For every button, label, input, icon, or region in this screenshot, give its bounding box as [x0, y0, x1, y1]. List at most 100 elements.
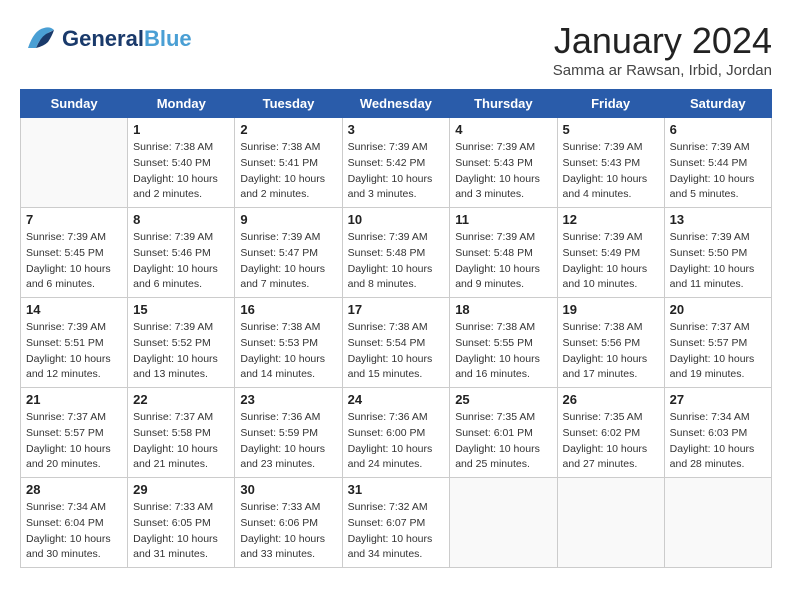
- day-number: 2: [240, 122, 336, 137]
- calendar-cell: 8 Sunrise: 7:39 AMSunset: 5:46 PMDaylight…: [128, 208, 235, 298]
- calendar-cell: 15Sunrise: 7:39 AMSunset: 5:52 PMDayligh…: [128, 298, 235, 388]
- logo-text: GeneralBlue: [62, 27, 192, 51]
- day-number: 30: [240, 482, 336, 497]
- day-info: Sunrise: 7:39 AMSunset: 5:50 PMDaylight:…: [670, 230, 766, 293]
- calendar-cell: 25Sunrise: 7:35 AMSunset: 6:01 PMDayligh…: [450, 388, 557, 478]
- page-header: GeneralBlue January 2024 Samma ar Rawsan…: [20, 20, 772, 79]
- calendar-day-header: Sunday: [21, 90, 128, 118]
- calendar-cell: 14 Sunrise: 7:39 AMSunset: 5:51 PMDayligh…: [21, 298, 128, 388]
- day-number: 20: [670, 302, 766, 317]
- day-number: 23: [240, 392, 336, 407]
- day-info: Sunrise: 7:39 AMSunset: 5:52 PMDaylight:…: [133, 320, 229, 383]
- day-info: Sunrise: 7:38 AMSunset: 5:41 PMDaylight:…: [240, 140, 336, 203]
- calendar-cell: 13Sunrise: 7:39 AMSunset: 5:50 PMDayligh…: [664, 208, 771, 298]
- calendar-cell: 26 Sunrise: 7:35 AMSunset: 6:02 PMDayligh…: [557, 388, 664, 478]
- day-number: 31: [348, 482, 445, 497]
- calendar-cell: [664, 478, 771, 568]
- day-number: 27: [670, 392, 766, 407]
- calendar-day-header: Friday: [557, 90, 664, 118]
- day-number: 18: [455, 302, 551, 317]
- calendar-cell: 6 Sunrise: 7:39 AMSunset: 5:44 PMDaylight…: [664, 118, 771, 208]
- calendar-day-header: Wednesday: [342, 90, 450, 118]
- day-info: Sunrise: 7:38 AMSunset: 5:55 PMDaylight:…: [455, 320, 551, 383]
- day-info: Sunrise: 7:38 AMSunset: 5:54 PMDaylight:…: [348, 320, 445, 383]
- calendar-day-header: Tuesday: [235, 90, 342, 118]
- day-info: Sunrise: 7:39 AMSunset: 5:42 PMDaylight:…: [348, 140, 445, 203]
- calendar-cell: 9 Sunrise: 7:39 AMSunset: 5:47 PMDaylight…: [235, 208, 342, 298]
- calendar-cell: 17 Sunrise: 7:38 AMSunset: 5:54 PMDayligh…: [342, 298, 450, 388]
- calendar-cell: 4 Sunrise: 7:39 AMSunset: 5:43 PMDaylight…: [450, 118, 557, 208]
- calendar-header-row: SundayMondayTuesdayWednesdayThursdayFrid…: [21, 90, 772, 118]
- day-info: Sunrise: 7:37 AMSunset: 5:58 PMDaylight:…: [133, 410, 229, 473]
- day-number: 8: [133, 212, 229, 227]
- calendar-cell: 20 Sunrise: 7:37 AMSunset: 5:57 PMDayligh…: [664, 298, 771, 388]
- day-info: Sunrise: 7:38 AMSunset: 5:53 PMDaylight:…: [240, 320, 336, 383]
- calendar-cell: 7 Sunrise: 7:39 AMSunset: 5:45 PMDaylight…: [21, 208, 128, 298]
- day-number: 17: [348, 302, 445, 317]
- day-info: Sunrise: 7:35 AMSunset: 6:02 PMDaylight:…: [563, 410, 659, 473]
- calendar-cell: 24 Sunrise: 7:36 AMSunset: 6:00 PMDayligh…: [342, 388, 450, 478]
- calendar-week-row: 1Sunrise: 7:38 AMSunset: 5:40 PMDaylight…: [21, 118, 772, 208]
- calendar-week-row: 21Sunrise: 7:37 AMSunset: 5:57 PMDayligh…: [21, 388, 772, 478]
- calendar-cell: 18 Sunrise: 7:38 AMSunset: 5:55 PMDayligh…: [450, 298, 557, 388]
- day-info: Sunrise: 7:36 AMSunset: 6:00 PMDaylight:…: [348, 410, 445, 473]
- day-info: Sunrise: 7:35 AMSunset: 6:01 PMDaylight:…: [455, 410, 551, 473]
- day-info: Sunrise: 7:37 AMSunset: 5:57 PMDaylight:…: [26, 410, 122, 473]
- day-number: 24: [348, 392, 445, 407]
- day-number: 10: [348, 212, 445, 227]
- calendar-day-header: Monday: [128, 90, 235, 118]
- logo-icon: [20, 20, 58, 58]
- calendar-day-header: Saturday: [664, 90, 771, 118]
- day-number: 26: [563, 392, 659, 407]
- day-number: 19: [563, 302, 659, 317]
- day-info: Sunrise: 7:39 AMSunset: 5:44 PMDaylight:…: [670, 140, 766, 203]
- calendar-cell: 31 Sunrise: 7:32 AMSunset: 6:07 PMDayligh…: [342, 478, 450, 568]
- day-number: 9: [240, 212, 336, 227]
- day-info: Sunrise: 7:39 AMSunset: 5:45 PMDaylight:…: [26, 230, 122, 293]
- day-number: 5: [563, 122, 659, 137]
- day-info: Sunrise: 7:36 AMSunset: 5:59 PMDaylight:…: [240, 410, 336, 473]
- day-info: Sunrise: 7:37 AMSunset: 5:57 PMDaylight:…: [670, 320, 766, 383]
- location: Samma ar Rawsan, Irbid, Jordan: [553, 62, 772, 79]
- day-info: Sunrise: 7:39 AMSunset: 5:48 PMDaylight:…: [348, 230, 445, 293]
- day-info: Sunrise: 7:32 AMSunset: 6:07 PMDaylight:…: [348, 500, 445, 563]
- calendar-cell: 16Sunrise: 7:38 AMSunset: 5:53 PMDayligh…: [235, 298, 342, 388]
- logo: GeneralBlue: [20, 20, 192, 58]
- calendar-week-row: 28Sunrise: 7:34 AMSunset: 6:04 PMDayligh…: [21, 478, 772, 568]
- day-info: Sunrise: 7:33 AMSunset: 6:05 PMDaylight:…: [133, 500, 229, 563]
- day-number: 3: [348, 122, 445, 137]
- calendar-cell: 27 Sunrise: 7:34 AMSunset: 6:03 PMDayligh…: [664, 388, 771, 478]
- calendar-week-row: 14 Sunrise: 7:39 AMSunset: 5:51 PMDayligh…: [21, 298, 772, 388]
- day-info: Sunrise: 7:39 AMSunset: 5:51 PMDaylight:…: [26, 320, 122, 383]
- day-number: 6: [670, 122, 766, 137]
- day-number: 14: [26, 302, 122, 317]
- day-number: 11: [455, 212, 551, 227]
- calendar-cell: 3 Sunrise: 7:39 AMSunset: 5:42 PMDaylight…: [342, 118, 450, 208]
- day-number: 7: [26, 212, 122, 227]
- month-title: January 2024: [553, 20, 772, 62]
- day-info: Sunrise: 7:39 AMSunset: 5:47 PMDaylight:…: [240, 230, 336, 293]
- calendar-cell: 30 Sunrise: 7:33 AMSunset: 6:06 PMDayligh…: [235, 478, 342, 568]
- day-info: Sunrise: 7:39 AMSunset: 5:46 PMDaylight:…: [133, 230, 229, 293]
- day-number: 12: [563, 212, 659, 227]
- calendar-week-row: 7 Sunrise: 7:39 AMSunset: 5:45 PMDaylight…: [21, 208, 772, 298]
- day-number: 29: [133, 482, 229, 497]
- calendar-cell: 11 Sunrise: 7:39 AMSunset: 5:48 PMDayligh…: [450, 208, 557, 298]
- day-number: 4: [455, 122, 551, 137]
- day-info: Sunrise: 7:39 AMSunset: 5:48 PMDaylight:…: [455, 230, 551, 293]
- day-info: Sunrise: 7:39 AMSunset: 5:49 PMDaylight:…: [563, 230, 659, 293]
- day-info: Sunrise: 7:34 AMSunset: 6:03 PMDaylight:…: [670, 410, 766, 473]
- day-info: Sunrise: 7:33 AMSunset: 6:06 PMDaylight:…: [240, 500, 336, 563]
- day-info: Sunrise: 7:39 AMSunset: 5:43 PMDaylight:…: [455, 140, 551, 203]
- day-number: 28: [26, 482, 122, 497]
- calendar-cell: 28Sunrise: 7:34 AMSunset: 6:04 PMDayligh…: [21, 478, 128, 568]
- calendar-cell: [557, 478, 664, 568]
- day-info: Sunrise: 7:39 AMSunset: 5:43 PMDaylight:…: [563, 140, 659, 203]
- calendar-cell: 29 Sunrise: 7:33 AMSunset: 6:05 PMDayligh…: [128, 478, 235, 568]
- day-info: Sunrise: 7:38 AMSunset: 5:56 PMDaylight:…: [563, 320, 659, 383]
- calendar-cell: 1Sunrise: 7:38 AMSunset: 5:40 PMDaylight…: [128, 118, 235, 208]
- calendar-cell: [450, 478, 557, 568]
- calendar-table: SundayMondayTuesdayWednesdayThursdayFrid…: [20, 89, 772, 568]
- calendar-cell: [21, 118, 128, 208]
- day-number: 1: [133, 122, 229, 137]
